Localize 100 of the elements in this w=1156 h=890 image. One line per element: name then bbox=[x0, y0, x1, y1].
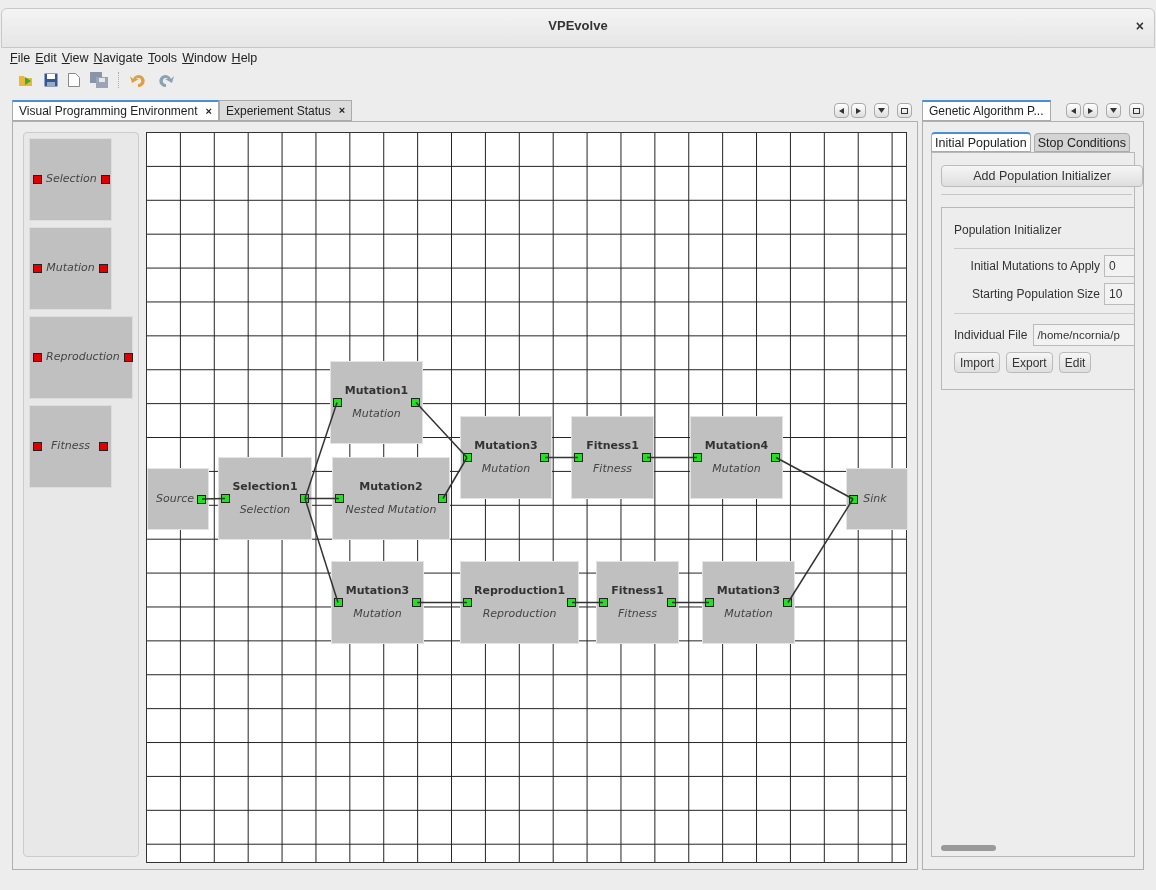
node-type: Mutation bbox=[481, 460, 531, 477]
component-type: Selection bbox=[46, 171, 97, 188]
new-file-icon[interactable] bbox=[68, 73, 80, 87]
down-arrow-icon bbox=[1110, 108, 1117, 113]
node-type: Mutation bbox=[724, 605, 773, 622]
add-initializer-button[interactable]: Add Population Initializer bbox=[941, 165, 1143, 187]
close-button[interactable]: × bbox=[1135, 16, 1144, 37]
connector-port[interactable] bbox=[693, 453, 702, 462]
editor-tab[interactable]: Visual Programming Environment × bbox=[12, 100, 219, 121]
connector-port[interactable] bbox=[463, 598, 472, 607]
connector-port[interactable] bbox=[574, 453, 583, 462]
connector-port[interactable] bbox=[783, 598, 792, 607]
connector-port[interactable] bbox=[705, 598, 714, 607]
node-type: Mutation bbox=[712, 460, 761, 477]
node-type: Fitness bbox=[593, 460, 632, 477]
action-button[interactable]: Edit bbox=[1058, 352, 1092, 373]
connector-port[interactable] bbox=[123, 353, 133, 362]
connector-port[interactable] bbox=[334, 598, 343, 607]
connector-port[interactable] bbox=[335, 494, 344, 503]
maximize-button[interactable] bbox=[1129, 103, 1144, 118]
menu-item[interactable]: File bbox=[10, 48, 31, 68]
component-type: Reproduction bbox=[46, 349, 120, 366]
palette-component[interactable]: Selection bbox=[29, 138, 112, 221]
connector-port[interactable] bbox=[411, 398, 420, 407]
workflow-node[interactable]: Mutation2 Nested Mutation bbox=[332, 457, 450, 540]
node-type: Fitness bbox=[618, 605, 657, 622]
file-path-field[interactable]: /home/ncornia/p bbox=[1033, 324, 1134, 346]
maximize-button[interactable] bbox=[897, 103, 912, 118]
connector-port[interactable] bbox=[849, 494, 858, 504]
workflow-node[interactable]: Fitness1 Fitness bbox=[571, 416, 654, 499]
connection-line bbox=[671, 601, 710, 604]
connector-port[interactable] bbox=[197, 494, 206, 504]
editor-tab[interactable]: Experiement Status × bbox=[218, 100, 353, 121]
connector-port[interactable] bbox=[667, 598, 676, 607]
node-name: Reproduction1 bbox=[473, 583, 566, 599]
workflow-node[interactable]: Mutation4 Mutation bbox=[690, 416, 783, 499]
node-name: Fitness1 bbox=[611, 583, 664, 599]
action-button[interactable]: Export bbox=[1006, 352, 1053, 373]
connector-port[interactable] bbox=[333, 398, 342, 407]
node-name: Fitness1 bbox=[586, 438, 639, 454]
menu-item[interactable]: View bbox=[61, 48, 89, 68]
workflow-node[interactable]: Source bbox=[147, 468, 209, 530]
connection-line bbox=[201, 497, 226, 500]
maximize-icon bbox=[901, 107, 908, 114]
number-field[interactable]: 0 bbox=[1104, 255, 1134, 277]
connector-port[interactable] bbox=[438, 494, 447, 503]
palette-component[interactable]: Reproduction bbox=[29, 316, 133, 399]
connector-port[interactable] bbox=[540, 453, 549, 462]
save-icon[interactable] bbox=[44, 73, 58, 87]
workflow-node[interactable]: Mutation3 Mutation bbox=[460, 416, 552, 499]
node-name: Selection1 bbox=[232, 479, 298, 495]
connector-port[interactable] bbox=[300, 494, 309, 503]
node-type: Sink bbox=[863, 490, 887, 507]
scroll-right-button[interactable] bbox=[851, 103, 866, 118]
connector-port[interactable] bbox=[771, 453, 780, 462]
field-label: Initial Mutations to Apply bbox=[970, 258, 1100, 275]
node-name: Mutation3 bbox=[345, 583, 410, 599]
menu-item[interactable]: Navigate bbox=[93, 48, 143, 68]
dropdown-button[interactable] bbox=[874, 103, 889, 118]
menu-item[interactable]: Tools bbox=[147, 48, 178, 68]
window-title: VPEvolve bbox=[548, 17, 608, 36]
workflow-node[interactable]: Mutation3 Mutation bbox=[702, 561, 795, 644]
connector-port[interactable] bbox=[463, 453, 472, 462]
node-type: Selection bbox=[239, 501, 291, 518]
scroll-right-button[interactable] bbox=[1083, 103, 1098, 118]
workflow-canvas[interactable] bbox=[146, 132, 907, 863]
tab-close-button[interactable]: × bbox=[338, 102, 346, 119]
connection-line bbox=[544, 456, 579, 459]
connector-port[interactable] bbox=[642, 453, 651, 462]
scroll-left-button[interactable] bbox=[1066, 103, 1081, 118]
menu-item[interactable]: Edit bbox=[35, 48, 57, 68]
left-arrow-icon bbox=[839, 107, 844, 114]
save-all-icon[interactable] bbox=[90, 72, 108, 88]
connector-port[interactable] bbox=[412, 598, 421, 607]
menu-item[interactable]: Window bbox=[182, 48, 227, 68]
connector-port[interactable] bbox=[100, 175, 110, 184]
workflow-node[interactable]: Sink bbox=[846, 468, 908, 530]
left-arrow-icon bbox=[1071, 107, 1076, 114]
number-field[interactable]: 10 bbox=[1104, 283, 1134, 305]
node-name: Mutation4 bbox=[704, 438, 769, 454]
action-button[interactable]: Import bbox=[954, 352, 1000, 373]
panel-tab[interactable]: Stop Conditions bbox=[1033, 133, 1130, 152]
component-type: Fitness bbox=[51, 438, 90, 455]
workflow-node[interactable]: Mutation3 Mutation bbox=[331, 561, 424, 644]
scrollbar-thumb[interactable] bbox=[941, 845, 996, 851]
workflow-node[interactable]: Reproduction1 Reproduction bbox=[460, 561, 579, 644]
workflow-node[interactable]: Mutation1 Mutation bbox=[330, 361, 423, 444]
editor-tab[interactable]: Genetic Algorithm P... bbox=[922, 100, 1051, 121]
maximize-icon bbox=[1133, 107, 1140, 114]
connector-port[interactable] bbox=[221, 494, 230, 503]
workflow-node[interactable]: Selection1 Selection bbox=[218, 457, 312, 540]
menu-item[interactable]: Help bbox=[231, 48, 258, 68]
connector-port[interactable] bbox=[599, 598, 608, 607]
dropdown-button[interactable] bbox=[1106, 103, 1121, 118]
tab-close-button[interactable]: × bbox=[205, 102, 212, 120]
scroll-left-button[interactable] bbox=[834, 103, 849, 118]
panel-tab[interactable]: Initial Population bbox=[931, 132, 1031, 152]
workflow-node[interactable]: Fitness1 Fitness bbox=[596, 561, 679, 644]
connector-port[interactable] bbox=[567, 598, 576, 607]
connection-line bbox=[646, 456, 698, 459]
